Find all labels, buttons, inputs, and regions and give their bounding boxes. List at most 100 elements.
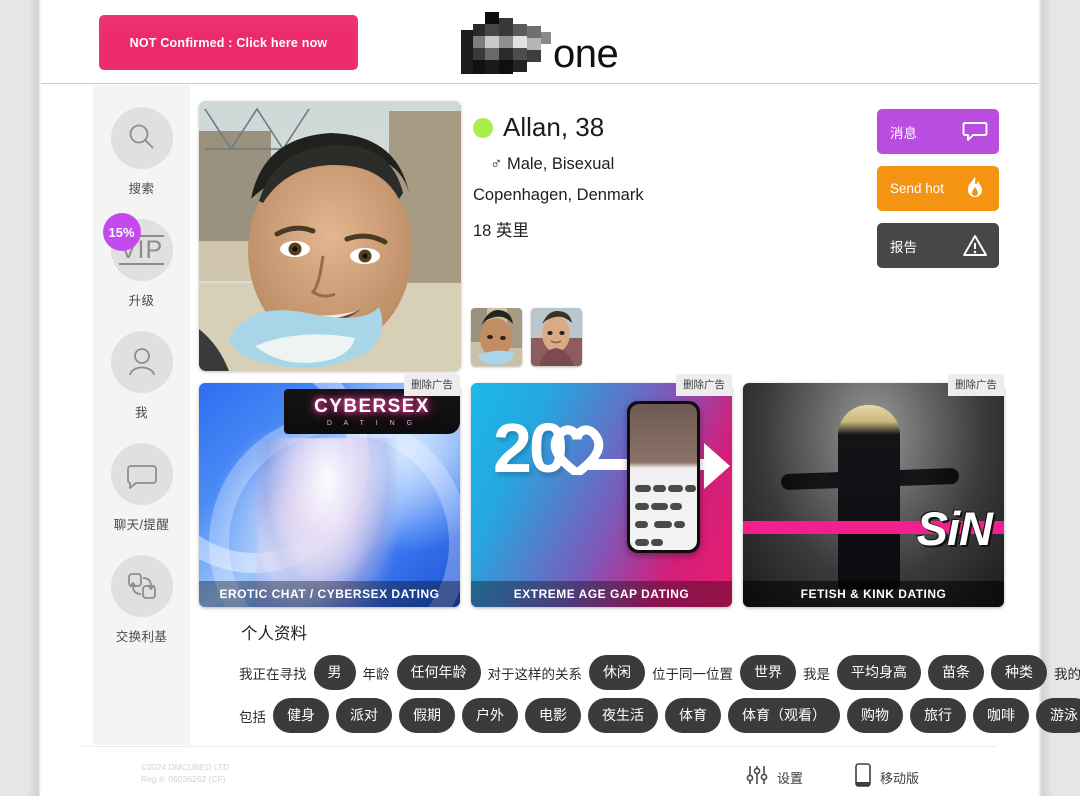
sidebar-item-me[interactable]: 我 xyxy=(93,309,190,421)
chat-bubble-icon xyxy=(126,465,157,489)
ad-logo-subtitle: D A T I N G xyxy=(326,420,418,427)
attribute-pill[interactable]: 假期 xyxy=(399,698,455,733)
search-icon xyxy=(129,124,154,149)
site-logo[interactable]: one xyxy=(461,6,651,76)
profile-gender: ♂ Male, Bisexual xyxy=(490,155,615,173)
swap-icon xyxy=(127,573,156,599)
ad-logo-title: CYBERSEX xyxy=(314,396,430,417)
ad-banner-cybersex[interactable]: CYBERSEX D A T I N G EROTIC CHAT / CYBER… xyxy=(199,383,460,607)
online-status-dot xyxy=(473,117,493,138)
attribute-pill[interactable]: 平均身高 xyxy=(837,655,921,690)
attribute-label: 包括 xyxy=(239,709,266,725)
mobile-phone-icon xyxy=(855,763,871,792)
remove-ad-button-2[interactable]: 删除广告 xyxy=(676,374,732,396)
attribute-pill[interactable]: 种类 xyxy=(991,655,1047,690)
attribute-pill[interactable]: 夜生活 xyxy=(588,698,658,733)
attribute-pill[interactable]: 苗条 xyxy=(928,655,984,690)
attribute-label: 对于这样的关系 xyxy=(487,666,583,682)
ad-logo-sin: SiN xyxy=(916,502,993,555)
attribute-pill[interactable]: 休闲 xyxy=(589,655,645,690)
copyright-line-2: Reg #: 06036262 (CF) xyxy=(141,774,226,784)
page-title: 个人资料 xyxy=(241,625,307,643)
ad-banner-sin[interactable]: SiN FETISH & KINK DATING xyxy=(743,383,1004,607)
sidebar-item-chat[interactable]: 聊天/提醒 xyxy=(93,421,190,533)
site-footer: ©2024 DMCUBED LTD Reg #: 06036262 (CF) 设… xyxy=(82,746,996,796)
footer-item-mobile[interactable]: 移动版 xyxy=(855,763,919,792)
attribute-pill[interactable]: 世界 xyxy=(740,655,796,690)
profile-name: Allan, 38 xyxy=(503,112,605,142)
footer-label-settings: 设置 xyxy=(776,771,803,786)
search-icon-circle xyxy=(110,107,173,169)
ad-caption-1: EROTIC CHAT / CYBERSEX DATING xyxy=(199,581,460,607)
profile-location: Copenhagen, Denmark xyxy=(473,186,644,204)
sidebar-label-swap-niche: 交换利基 xyxy=(115,630,168,644)
ad-caption-2: EXTREME AGE GAP DATING xyxy=(471,581,732,607)
attribute-pill[interactable]: 购物 xyxy=(847,698,903,733)
not-confirmed-banner[interactable]: NOT Confirmed : Click here now xyxy=(99,15,358,70)
ad-banner-agegap[interactable]: 20 EXTREME AGE GAP DATING xyxy=(471,383,732,607)
message-bubble-icon xyxy=(962,119,988,145)
person-icon xyxy=(128,348,155,376)
attribute-label: 年龄 xyxy=(362,666,390,682)
attribute-row-1: 我正在寻找男年龄 任何年龄 对于这样的关系 休闲 位于同一位置 世界 我是 平均身高 苗条 种类我… xyxy=(239,655,1080,690)
site-header: NOT Confirmed : Click here now one xyxy=(41,0,1038,84)
phone-pill-list xyxy=(635,482,697,550)
attribute-pill[interactable]: 电影 xyxy=(525,698,581,733)
ad-cybersex: 删除广告 CYBERSEX D A T I N G EROTIC CHAT / … xyxy=(199,374,460,607)
sidebar-item-swap-niche[interactable]: 交换利基 xyxy=(93,533,190,645)
attribute-pill[interactable]: 游泳 xyxy=(1036,698,1080,733)
thumbnail-1[interactable] xyxy=(471,308,522,366)
report-button[interactable]: 报告 xyxy=(877,223,999,268)
attribute-row-2: 包括 健身 派对 假期 户外 电影 夜生活 体育 体育（观看） 购物 旅行 咖啡 游泳 xyxy=(239,698,1080,733)
attribute-pill[interactable]: 户外 xyxy=(462,698,518,733)
left-sidebar: 搜索 15% VIP 升级 我 聊天/提醒 交换利基 xyxy=(93,85,190,745)
vip-discount-badge: 15% xyxy=(102,213,141,251)
play-arrow-icon xyxy=(704,443,730,489)
sidebar-item-upgrade[interactable]: 15% VIP 升级 xyxy=(93,197,190,309)
pixelated-logo-icon xyxy=(461,12,561,74)
vip-icon-circle: 15% VIP xyxy=(102,213,173,281)
sidebar-label-me: 我 xyxy=(135,406,148,420)
warning-triangle-icon xyxy=(962,233,988,259)
thumbnail-2[interactable] xyxy=(531,308,582,366)
sidebar-label-chat: 聊天/提醒 xyxy=(113,518,170,532)
attribute-pill[interactable]: 体育（观看） xyxy=(728,698,840,733)
send-hot-button[interactable]: Send hot xyxy=(877,166,999,211)
attribute-label: 位于同一位置 xyxy=(652,666,733,682)
attribute-label: 我的兴趣 xyxy=(1054,666,1080,682)
sidebar-item-search[interactable]: 搜索 xyxy=(93,85,190,197)
send-hot-button-label: Send hot xyxy=(890,181,945,196)
attribute-pill[interactable]: 健身 xyxy=(273,698,329,733)
page-root: NOT Confirmed : Click here now one 搜索 15… xyxy=(0,0,1080,796)
attribute-pill[interactable]: 派对 xyxy=(336,698,392,733)
ad-agegap: 删除广告 20 EXTREME AGE GAP DATING xyxy=(471,374,732,607)
copyright: ©2024 DMCUBED LTD Reg #: 06036262 (CF) xyxy=(141,761,229,785)
chat-bubble-icon-circle xyxy=(110,443,173,505)
content-sheet: NOT Confirmed : Click here now one 搜索 15… xyxy=(41,0,1080,796)
profile-attributes: 我正在寻找男年龄 任何年龄 对于这样的关系 休闲 位于同一位置 世界 我是 平均身高 苗条 种类我… xyxy=(239,655,1080,741)
remove-ad-button-3[interactable]: 删除广告 xyxy=(948,374,1004,396)
ad-row: 删除广告 CYBERSEX D A T I N G EROTIC CHAT / … xyxy=(199,374,1004,607)
profile-photo[interactable] xyxy=(199,101,461,371)
attribute-pill[interactable]: 男 xyxy=(313,655,356,690)
logo-wordmark: one xyxy=(553,32,619,76)
ad-figure xyxy=(838,405,900,590)
footer-label-mobile: 移动版 xyxy=(879,771,919,786)
attribute-pill[interactable]: 旅行 xyxy=(910,698,966,733)
flame-icon xyxy=(962,176,988,202)
footer-actions: 设置 移动版 xyxy=(746,763,919,792)
attribute-pill[interactable]: 任何年龄 xyxy=(396,655,481,690)
swap-icon-circle xyxy=(110,555,173,617)
profile-info: Allan, 38 ♂ Male, Bisexual Copenhagen, D… xyxy=(473,112,644,241)
profile-distance: 18 英里 xyxy=(473,222,529,240)
remove-ad-button-1[interactable]: 删除广告 xyxy=(404,374,460,396)
ad-caption-3: FETISH & KINK DATING xyxy=(743,581,1004,607)
message-button[interactable]: 消息 xyxy=(877,109,999,154)
profile-name-row: Allan, 38 xyxy=(473,112,644,143)
copyright-line-1: ©2024 DMCUBED LTD xyxy=(141,762,230,772)
attribute-pill[interactable]: 体育 xyxy=(665,698,721,733)
message-button-label: 消息 xyxy=(890,125,917,141)
sidebar-label-search: 搜索 xyxy=(128,182,155,196)
footer-item-settings[interactable]: 设置 xyxy=(746,764,803,791)
attribute-pill[interactable]: 咖啡 xyxy=(973,698,1029,733)
